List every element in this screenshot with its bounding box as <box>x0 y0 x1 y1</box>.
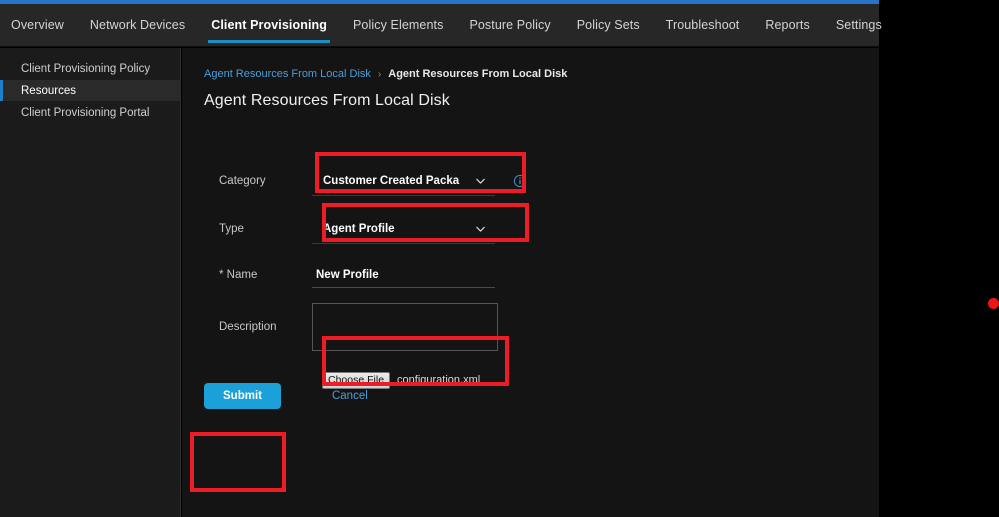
application-window: Overview Network Devices Client Provisio… <box>0 0 999 517</box>
tab-label: Reports <box>765 18 810 32</box>
tab-label: Client Provisioning <box>211 18 327 32</box>
sidebar-navigation: Client Provisioning Policy Resources Cli… <box>0 48 181 517</box>
sidebar-item-label: Client Provisioning Portal <box>21 106 150 119</box>
breadcrumb-parent-link[interactable]: Agent Resources From Local Disk <box>204 68 371 80</box>
tab-client-provisioning[interactable]: Client Provisioning <box>198 4 340 47</box>
tab-posture-policy[interactable]: Posture Policy <box>456 4 563 47</box>
name-label: * Name <box>219 269 258 281</box>
tab-label: Posture Policy <box>469 18 551 32</box>
type-label: Type <box>219 223 244 235</box>
breadcrumb-current: Agent Resources From Local Disk <box>388 68 568 80</box>
agent-resource-form: Category Customer Created Packa Type Age… <box>182 158 879 402</box>
category-select[interactable]: Customer Created Packa <box>312 166 495 196</box>
chevron-down-icon <box>475 175 486 186</box>
form-row-description: Description <box>182 296 879 358</box>
sidebar-item-resources[interactable]: Resources <box>0 80 180 101</box>
type-selected-value: Agent Profile <box>323 222 395 235</box>
name-input[interactable]: New Profile <box>312 262 495 288</box>
tab-settings[interactable]: Settings <box>823 4 895 47</box>
form-row-type: Type Agent Profile <box>182 204 879 254</box>
name-value: New Profile <box>316 268 379 281</box>
tab-label: Policy Sets <box>576 18 640 32</box>
category-selected-value: Customer Created Packa <box>323 174 460 187</box>
sidebar-item-client-provisioning-policy[interactable]: Client Provisioning Policy <box>0 58 180 79</box>
tab-label: Troubleshoot <box>665 18 740 32</box>
info-circle-icon[interactable] <box>513 174 527 188</box>
selected-file-name: configuration.xml <box>397 374 481 386</box>
breadcrumb: Agent Resources From Local Disk › Agent … <box>204 68 567 80</box>
tab-policy-elements[interactable]: Policy Elements <box>340 4 456 47</box>
sidebar-item-client-provisioning-portal[interactable]: Client Provisioning Portal <box>0 102 180 123</box>
description-textarea[interactable] <box>312 303 498 351</box>
description-label: Description <box>219 321 277 333</box>
tab-policy-sets[interactable]: Policy Sets <box>564 4 653 47</box>
category-label: Category <box>219 175 266 187</box>
submit-button[interactable]: Submit <box>204 383 281 409</box>
form-row-category: Category Customer Created Packa <box>182 158 879 204</box>
sidebar-item-label: Resources <box>21 84 76 97</box>
main-navigation-bar: Overview Network Devices Client Provisio… <box>0 4 882 47</box>
breadcrumb-separator-icon: › <box>377 68 382 80</box>
cursor-pointer-dot <box>988 298 999 309</box>
form-actions: Submit Cancel <box>204 383 368 409</box>
tab-network-devices[interactable]: Network Devices <box>77 4 198 47</box>
page-title: Agent Resources From Local Disk <box>204 92 450 109</box>
chevron-down-icon <box>475 223 486 234</box>
main-content-panel: Agent Resources From Local Disk › Agent … <box>182 48 879 517</box>
type-select[interactable]: Agent Profile <box>312 214 495 244</box>
tab-overview[interactable]: Overview <box>0 4 77 47</box>
tab-label: Settings <box>835 18 882 32</box>
tab-reports[interactable]: Reports <box>752 4 822 47</box>
sidebar-item-label: Client Provisioning Policy <box>21 62 151 75</box>
form-row-name: * Name New Profile <box>182 254 879 296</box>
cancel-button[interactable]: Cancel <box>332 390 368 402</box>
tab-troubleshoot[interactable]: Troubleshoot <box>653 4 753 47</box>
tab-label: Policy Elements <box>353 18 444 32</box>
tab-label: Overview <box>11 18 64 32</box>
tab-label: Network Devices <box>89 18 186 32</box>
